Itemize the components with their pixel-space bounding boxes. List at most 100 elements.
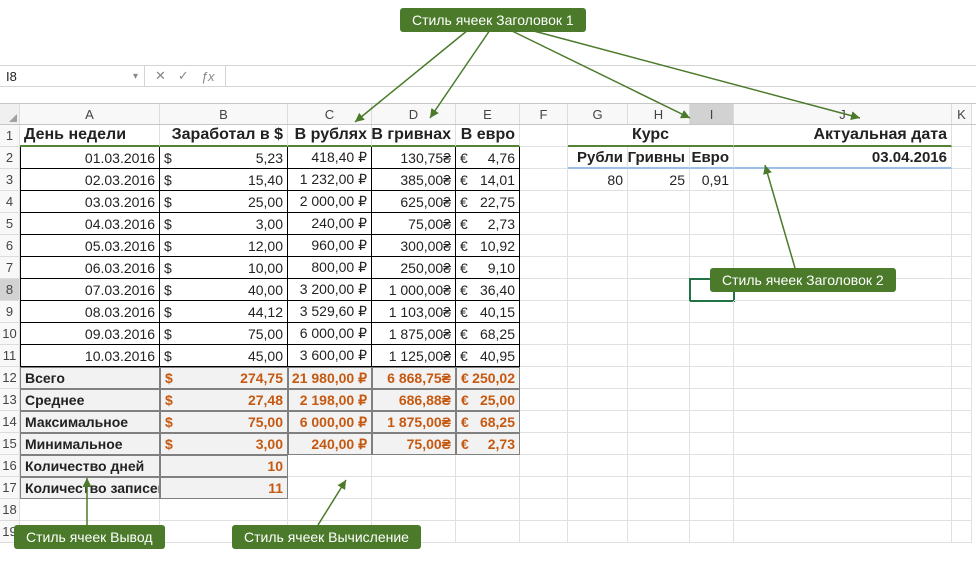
row-head-2[interactable]: 2 [0, 147, 20, 169]
cell-K10[interactable] [952, 323, 972, 345]
cell-A14[interactable]: Максимальное [20, 411, 160, 433]
cell-E18[interactable] [456, 499, 520, 521]
cell-I6[interactable] [690, 235, 734, 257]
col-head-C[interactable]: C [288, 104, 372, 124]
cell-F14[interactable] [520, 411, 568, 433]
cell-C13[interactable]: 2 198,00 ₽ [288, 389, 372, 411]
row-head-11[interactable]: 11 [0, 345, 20, 367]
cell-K1[interactable] [952, 125, 972, 147]
cell-D7[interactable]: 250,00₴ [372, 257, 456, 279]
cell-C18[interactable] [288, 499, 372, 521]
cell-F10[interactable] [520, 323, 568, 345]
cell-K16[interactable] [952, 455, 972, 477]
cell-C17[interactable] [288, 477, 372, 499]
cell-A15[interactable]: Минимальное [20, 433, 160, 455]
cell-G10[interactable] [568, 323, 628, 345]
cell-C9[interactable]: 3 529,60 ₽ [288, 301, 372, 323]
cell-A12[interactable]: Всего [20, 367, 160, 389]
cell-C4[interactable]: 2 000,00 ₽ [288, 191, 372, 213]
cell-K12[interactable] [952, 367, 972, 389]
cell-A2[interactable]: 01.03.2016 [20, 147, 160, 169]
cell-I15[interactable] [690, 433, 734, 455]
row-head-3[interactable]: 3 [0, 169, 20, 191]
row-head-5[interactable]: 5 [0, 213, 20, 235]
cell-J4[interactable] [734, 191, 952, 213]
col-head-F[interactable]: F [520, 104, 568, 124]
cell-B8[interactable]: $40,00 [160, 279, 288, 301]
cell-B17[interactable]: 11 [160, 477, 288, 499]
cell-B16[interactable]: 10 [160, 455, 288, 477]
cell-D16[interactable] [372, 455, 456, 477]
cell-C2[interactable]: 418,40 ₽ [288, 147, 372, 169]
cell-G3[interactable]: 80 [568, 169, 628, 191]
cell-F9[interactable] [520, 301, 568, 323]
cell-D3[interactable]: 385,00₴ [372, 169, 456, 191]
cell-B5[interactable]: $3,00 [160, 213, 288, 235]
cell-F17[interactable] [520, 477, 568, 499]
cell-H3[interactable]: 25 [628, 169, 690, 191]
cell-C1[interactable]: В рублях [288, 125, 372, 147]
cell-F12[interactable] [520, 367, 568, 389]
cell-H15[interactable] [628, 433, 690, 455]
cell-H5[interactable] [628, 213, 690, 235]
row-head-9[interactable]: 9 [0, 301, 20, 323]
col-head-I[interactable]: I [690, 104, 734, 124]
cell-I5[interactable] [690, 213, 734, 235]
confirm-icon[interactable]: ✓ [178, 68, 189, 84]
cell-I17[interactable] [690, 477, 734, 499]
cell-J18[interactable] [734, 499, 952, 521]
cell-E13[interactable]: €25,00 [456, 389, 520, 411]
cell-A10[interactable]: 09.03.2016 [20, 323, 160, 345]
col-head-H[interactable]: H [628, 104, 690, 124]
cell-I13[interactable] [690, 389, 734, 411]
cell-D6[interactable]: 300,00₴ [372, 235, 456, 257]
cell-H10[interactable] [628, 323, 690, 345]
cell-C3[interactable]: 1 232,00 ₽ [288, 169, 372, 191]
col-head-E[interactable]: E [456, 104, 520, 124]
row-head-16[interactable]: 16 [0, 455, 20, 477]
cell-D1[interactable]: В гривнах [372, 125, 456, 147]
cell-C12[interactable]: 21 980,00 ₽ [288, 367, 372, 389]
cell-K8[interactable] [952, 279, 972, 301]
cell-D2[interactable]: 130,75₴ [372, 147, 456, 169]
cell-C15[interactable]: 240,00 ₽ [288, 433, 372, 455]
cell-E6[interactable]: €10,92 [456, 235, 520, 257]
cell-G2[interactable]: Рубли [568, 147, 628, 169]
fx-icon[interactable]: ƒx [201, 69, 215, 84]
cell-D17[interactable] [372, 477, 456, 499]
row-head-17[interactable]: 17 [0, 477, 20, 499]
cell-J1[interactable]: Актуальная дата [734, 125, 952, 147]
cell-A9[interactable]: 08.03.2016 [20, 301, 160, 323]
cell-F11[interactable] [520, 345, 568, 367]
cell-H8[interactable] [628, 279, 690, 301]
cell-F15[interactable] [520, 433, 568, 455]
cell-C10[interactable]: 6 000,00 ₽ [288, 323, 372, 345]
cell-K18[interactable] [952, 499, 972, 521]
cell-B18[interactable] [160, 499, 288, 521]
col-head-J[interactable]: J [734, 104, 952, 124]
cell-F16[interactable] [520, 455, 568, 477]
cell-E8[interactable]: €36,40 [456, 279, 520, 301]
cell-E11[interactable]: €40,95 [456, 345, 520, 367]
cell-A18[interactable] [20, 499, 160, 521]
cell-F5[interactable] [520, 213, 568, 235]
cell-B4[interactable]: $25,00 [160, 191, 288, 213]
cell-C14[interactable]: 6 000,00 ₽ [288, 411, 372, 433]
cell-J19[interactable] [734, 521, 952, 543]
cell-D9[interactable]: 1 103,00₴ [372, 301, 456, 323]
cell-B6[interactable]: $12,00 [160, 235, 288, 257]
row-head-7[interactable]: 7 [0, 257, 20, 279]
cell-G4[interactable] [568, 191, 628, 213]
cell-C5[interactable]: 240,00 ₽ [288, 213, 372, 235]
cell-H16[interactable] [628, 455, 690, 477]
cell-K14[interactable] [952, 411, 972, 433]
row-head-4[interactable]: 4 [0, 191, 20, 213]
cell-K13[interactable] [952, 389, 972, 411]
cell-B10[interactable]: $75,00 [160, 323, 288, 345]
cell-J9[interactable] [734, 301, 952, 323]
cell-I4[interactable] [690, 191, 734, 213]
cell-E4[interactable]: €22,75 [456, 191, 520, 213]
cell-D8[interactable]: 1 000,00₴ [372, 279, 456, 301]
cell-J14[interactable] [734, 411, 952, 433]
row-head-8[interactable]: 8 [0, 279, 20, 301]
